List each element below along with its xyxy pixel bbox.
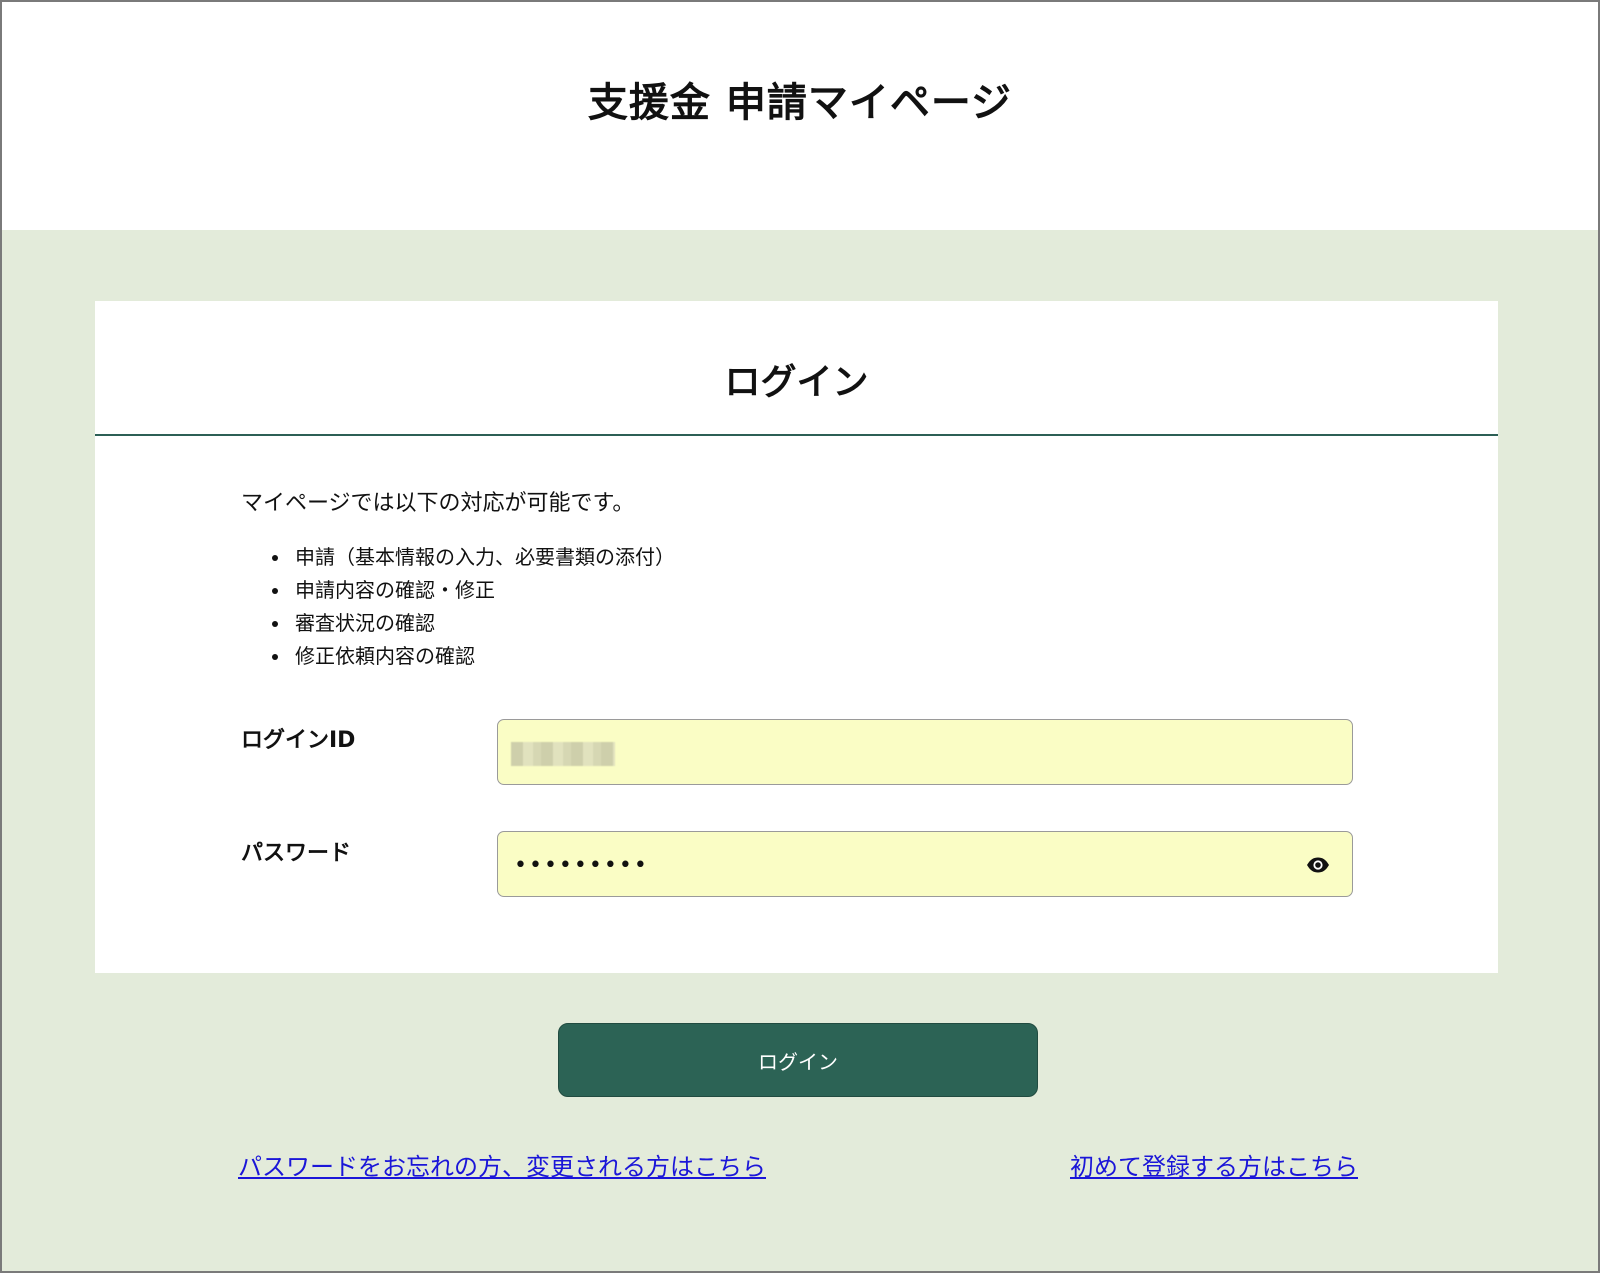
eye-icon-graphic	[1307, 857, 1329, 873]
intro-text: マイページでは以下の対応が可能です。	[241, 491, 635, 516]
forgot-password-link[interactable]: パスワードをお忘れの方、変更される方はこちら	[238, 1147, 766, 1182]
feature-list: 申請（基本情報の入力、必要書類の添付） 申請内容の確認・修正 審査状況の確認 修…	[241, 541, 675, 673]
feature-item: 審査状況の確認	[291, 607, 675, 640]
login-button[interactable]: ログイン	[558, 1023, 1038, 1097]
page-frame: 支援金 申請マイページ ログイン マイページでは以下の対応が可能です。 申請（基…	[0, 0, 1600, 1273]
redacted-login-id	[511, 742, 615, 766]
password-label: パスワード	[241, 841, 352, 866]
login-card: ログイン マイページでは以下の対応が可能です。 申請（基本情報の入力、必要書類の…	[95, 301, 1498, 973]
login-heading: ログイン	[724, 362, 869, 403]
heading-divider	[95, 434, 1498, 436]
eye-icon[interactable]	[1306, 853, 1330, 877]
feature-item: 修正依頼内容の確認	[291, 640, 675, 673]
password-field[interactable]	[514, 846, 1274, 884]
password-field-wrapper	[497, 831, 1353, 897]
feature-item: 申請（基本情報の入力、必要書類の添付）	[291, 541, 675, 574]
login-id-label: ログインID	[241, 728, 356, 753]
site-header: 支援金 申請マイページ	[2, 2, 1598, 230]
login-id-field[interactable]	[497, 719, 1353, 785]
site-title: 支援金 申請マイページ	[587, 80, 1013, 126]
register-link[interactable]: 初めて登録する方はこちら	[1070, 1147, 1358, 1182]
main-area: ログイン マイページでは以下の対応が可能です。 申請（基本情報の入力、必要書類の…	[2, 230, 1598, 1271]
feature-item: 申請内容の確認・修正	[291, 574, 675, 607]
